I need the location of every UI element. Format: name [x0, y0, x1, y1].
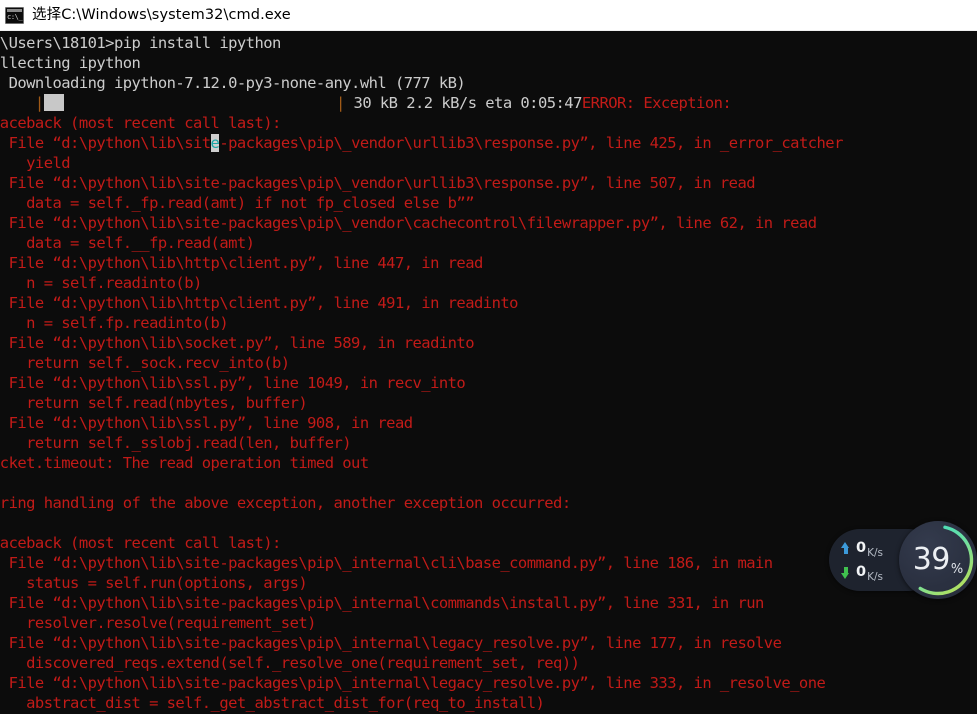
console-text: ollecting ipython	[0, 54, 141, 72]
console-line: status = self.run(options, args)	[0, 573, 977, 593]
console-line: return self._sock.recv_into(b)	[0, 353, 977, 373]
console-line: File “d:\python\lib\site-packages\pip\_i…	[0, 673, 977, 693]
error-text: resolver.resolve(requirement_set)	[0, 614, 316, 632]
error-text: File “d:\python\lib\site-packages\pip\_i…	[0, 674, 826, 692]
console-line: File “d:\python\lib\socket.py”, line 589…	[0, 333, 977, 353]
console-line: abstract_dist = self._get_abstract_dist_…	[0, 693, 977, 713]
selection-suffix: -packages\pip\_vendor\urllib3\response.p…	[219, 134, 843, 152]
console-line: data = self.__fp.read(amt)	[0, 233, 977, 253]
error-text: status = self.run(options, args)	[0, 574, 308, 592]
error-text: File “d:\python\lib\site-packages\pip\_v…	[0, 214, 817, 232]
console-line: resolver.resolve(requirement_set)	[0, 613, 977, 633]
error-text: yield	[26, 154, 71, 172]
selection-prefix: File “d:\python\lib\sit	[0, 134, 212, 152]
console-line: Downloading ipython-7.12.0-py3-none-any.…	[0, 73, 977, 93]
error-text: File “d:\python\lib\ssl.py”, line 1049, …	[0, 374, 466, 392]
console-line: return self.read(nbytes, buffer)	[0, 393, 977, 413]
error-text: raceback (most recent call last):	[0, 534, 281, 552]
console-line: yield	[0, 153, 977, 173]
console-line: discovered_reqs.extend(self._resolve_one…	[0, 653, 977, 673]
error-text: File “d:\python\lib\ssl.py”, line 908, i…	[0, 414, 414, 432]
cmd-app-icon: c:\_	[5, 6, 24, 24]
console-line: return self._sslobj.read(len, buffer)	[0, 433, 977, 453]
error-text: return self.read(nbytes, buffer)	[0, 394, 308, 412]
console-line: File “d:\python\lib\ssl.py”, line 908, i…	[0, 413, 977, 433]
console-line: File “d:\python\lib\site-packages\pip\_i…	[0, 553, 977, 573]
console-line: n = self.fp.readinto(b)	[0, 313, 977, 333]
console-line: File “d:\python\lib\site-packages\pip\_v…	[0, 213, 977, 233]
console-text: :\Users\18101>pip install ipython	[0, 34, 281, 52]
error-text: File “d:\python\lib\site-packages\pip\_i…	[0, 634, 782, 652]
cmd-window: c:\_ 选择C:\Windows\system32\cmd.exe :\Use…	[0, 0, 977, 714]
window-titlebar[interactable]: c:\_ 选择C:\Windows\system32\cmd.exe	[0, 0, 977, 31]
error-text: return self._sslobj.read(len, buffer)	[0, 434, 352, 452]
console-line: raceback (most recent call last):	[0, 113, 977, 133]
progress-stats: 30 kB 2.2 kB/s eta 0:05:47	[344, 94, 583, 112]
error-text: File “d:\python\lib\http\client.py”, lin…	[0, 294, 519, 312]
progress-bar-left: |	[34, 94, 44, 112]
console-output-area[interactable]: :\Users\18101>pip install ipython ollecti…	[0, 31, 977, 714]
error-text: n = self.readinto(b)	[0, 274, 202, 292]
progress-track-space	[64, 94, 336, 112]
error-text: File “d:\python\lib\site-packages\pip\_v…	[0, 174, 756, 192]
error-text: uring handling of the above exception, a…	[0, 494, 571, 512]
window-title: 选择C:\Windows\system32\cmd.exe	[32, 7, 291, 23]
error-text: data = self.__fp.read(amt)	[0, 234, 255, 252]
error-text: return self._sock.recv_into(b)	[0, 354, 290, 372]
progress-indent	[0, 94, 35, 112]
error-text: File “d:\python\lib\site-packages\pip\_i…	[0, 554, 774, 572]
error-text: File “d:\python\lib\socket.py”, line 589…	[0, 334, 475, 352]
console-cursor-block	[43, 94, 64, 111]
error-label: ERROR: Exception:	[581, 94, 732, 112]
progress-bar-right: |	[335, 94, 345, 112]
error-text: abstract_dist = self._get_abstract_dist_…	[0, 694, 545, 712]
error-text: data = self._fp.read(amt) if not fp_clos…	[0, 194, 474, 212]
error-text: File “d:\python\lib\http\client.py”, lin…	[0, 254, 484, 272]
error-text: ocket.timeout: The read operation timed …	[0, 454, 369, 472]
console-line: uring handling of the above exception, a…	[0, 493, 977, 513]
console-line: File “d:\python\lib\http\client.py”, lin…	[0, 293, 977, 313]
console-text: Downloading ipython-7.12.0-py3-none-any.…	[0, 74, 466, 92]
error-text: File “d:\python\lib\site-packages\pip\_i…	[0, 594, 765, 612]
cmd-icon-titlestrip	[7, 8, 22, 12]
console-line: File “d:\python\lib\site-packages\pip\_i…	[0, 593, 977, 613]
download-progress-line: | | 30 kB 2.2 kB/s eta 0:05:47ERROR: Exc…	[0, 93, 977, 113]
console-line: data = self._fp.read(amt) if not fp_clos…	[0, 193, 977, 213]
console-line-with-selection: File “d:\python\lib\site-packages\pip\_v…	[0, 133, 977, 153]
console-line: n = self.readinto(b)	[0, 273, 977, 293]
error-text: raceback (most recent call last):	[0, 114, 281, 132]
cmd-icon-prompt-text: c:\_	[7, 12, 23, 21]
console-line: File “d:\python\lib\site-packages\pip\_v…	[0, 173, 977, 193]
console-line: ollecting ipython	[0, 53, 977, 73]
console-line: :\Users\18101>pip install ipython	[0, 33, 977, 53]
error-text: n = self.fp.readinto(b)	[0, 314, 229, 332]
console-line: File “d:\python\lib\site-packages\pip\_i…	[0, 633, 977, 653]
console-line: File “d:\python\lib\ssl.py”, line 1049, …	[0, 373, 977, 393]
error-text: discovered_reqs.extend(self._resolve_one…	[0, 654, 580, 672]
console-line: raceback (most recent call last):	[0, 533, 977, 553]
console-line: ocket.timeout: The read operation timed …	[0, 453, 977, 473]
console-line: File “d:\python\lib\http\client.py”, lin…	[0, 253, 977, 273]
